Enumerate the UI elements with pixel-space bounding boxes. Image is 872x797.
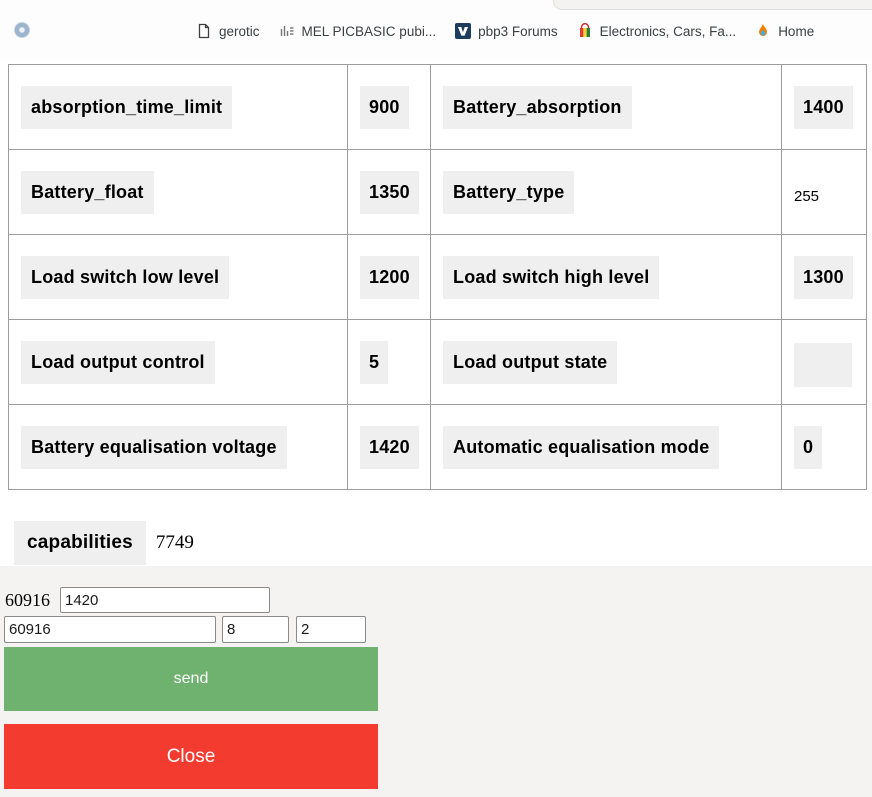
param-label: Battery_absorption [443,86,632,129]
param-value: 1300 [794,256,853,299]
table-row: Load switch low level 1200 Load switch h… [9,235,867,320]
registers-table: absorption_time_limit 900 Battery_absorp… [8,64,867,490]
page-icon [196,23,212,39]
bookmark-label: gerotic [219,24,260,39]
param-label: Battery_float [21,171,154,214]
param-label: Load output state [443,341,617,384]
param-value: 1420 [360,426,419,469]
table-row: Battery equalisation voltage 1420 Automa… [9,405,867,490]
param-label: Load output control [21,341,215,384]
param-label: Battery equalisation voltage [21,426,287,469]
send-button[interactable]: send [4,647,378,711]
flame-icon [755,23,771,39]
extension-icon[interactable] [14,22,30,38]
chart-icon [279,23,295,39]
bookmark-home[interactable]: Home [755,23,814,39]
param-value: 5 [360,341,388,384]
bookmark-label: Home [778,24,814,39]
param-value: 255 [794,188,819,205]
bookmark-label: Electronics, Cars, Fa... [600,24,737,39]
table-row: absorption_time_limit 900 Battery_absorp… [9,65,867,150]
bookmark-electronics[interactable]: Electronics, Cars, Fa... [577,23,737,39]
table-row: Load output control 5 Load output state [9,320,867,405]
bookmark-label: MEL PICBASIC pubi... [302,24,437,39]
shopping-bag-icon [577,23,593,39]
param-label: absorption_time_limit [21,86,232,129]
param-label: Load switch high level [443,256,659,299]
register-number-label: 60916 [5,590,50,611]
bookmarks-bar: gerotic MEL PICBASIC pubi... pbp3 Forums [196,19,872,43]
param-value: 1200 [360,256,419,299]
value-input[interactable] [60,587,270,613]
type-input[interactable] [222,616,289,643]
browser-toolbar: gerotic MEL PICBASIC pubi... pbp3 Forums [0,0,872,60]
bookmark-pbp3-forums[interactable]: pbp3 Forums [455,23,558,39]
tab-strip-edge [553,0,872,10]
bookmark-gerotic[interactable]: gerotic [196,23,260,39]
capabilities-label: capabilities [14,521,146,565]
pbp-logo-icon [455,23,471,39]
close-button[interactable]: Close [4,724,378,789]
param-value: 1350 [360,171,419,214]
bookmark-mel-picbasic[interactable]: MEL PICBASIC pubi... [279,23,437,39]
param-value-empty [794,343,852,387]
param-value: 900 [360,86,409,129]
param-value: 1400 [794,86,853,129]
table-row: Battery_float 1350 Battery_type 255 [9,150,867,235]
param-label: Automatic equalisation mode [443,426,719,469]
param-value: 0 [794,426,822,469]
register-input[interactable] [4,616,216,643]
capabilities-row: capabilities 7749 [14,521,194,565]
mode-input[interactable] [296,616,366,643]
param-label: Battery_type [443,171,574,214]
bookmark-label: pbp3 Forums [478,24,558,39]
param-label: Load switch low level [21,256,229,299]
capabilities-value: 7749 [156,532,194,554]
